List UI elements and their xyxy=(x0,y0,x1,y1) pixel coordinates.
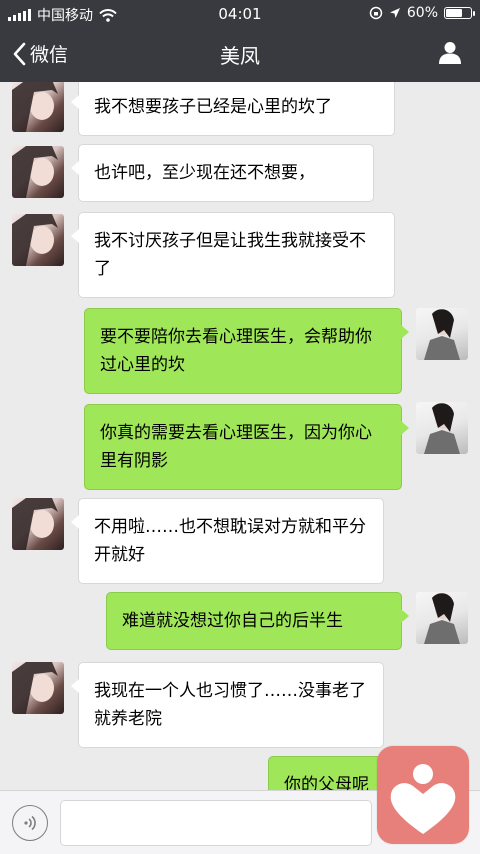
message-bubble-received[interactable]: 我不讨厌孩子但是让我生我就接受不了 xyxy=(71,212,395,298)
message-text: 要不要陪你去看心理医生，会帮助你过心里的坎 xyxy=(100,327,372,375)
user-avatar[interactable] xyxy=(416,592,468,644)
message-input[interactable] xyxy=(60,800,372,846)
location-icon xyxy=(389,8,400,18)
message-bubble-sent[interactable]: 要不要陪你去看心理医生，会帮助你过心里的坎 xyxy=(84,308,409,394)
battery-icon xyxy=(444,7,475,19)
message-bubble-received[interactable]: 也许吧，至少现在还不想要， xyxy=(71,144,374,202)
person-icon xyxy=(439,42,461,64)
profile-button[interactable] xyxy=(438,40,462,68)
rotation-lock-icon xyxy=(369,6,383,20)
message-text: 我不想要孩子已经是心里的坎了 xyxy=(94,97,332,117)
message-bubble-sent[interactable]: 你真的需要去看心理医生，因为你心里有阴影 xyxy=(84,404,409,490)
heart-button[interactable] xyxy=(377,746,469,844)
chat-area[interactable]: 我不想要孩子已经是心里的坎了 也许吧，至少现在还不想要， 我不讨厌孩子但是让我生… xyxy=(0,82,480,790)
contact-avatar[interactable] xyxy=(12,662,64,714)
message-text: 你真的需要去看心理医生，因为你心里有阴影 xyxy=(100,423,372,471)
message-bubble-received[interactable]: 我不想要孩子已经是心里的坎了 xyxy=(71,82,395,136)
message-bubble-received[interactable]: 我现在一个人也习惯了……没事老了就养老院 xyxy=(71,662,384,748)
user-avatar[interactable] xyxy=(416,308,468,360)
contact-avatar[interactable] xyxy=(12,146,64,198)
voice-button[interactable] xyxy=(12,805,48,841)
message-text: 不用啦……也不想耽误对方就和平分开就好 xyxy=(94,517,366,565)
chat-title: 美凤 xyxy=(220,44,260,68)
contact-avatar[interactable] xyxy=(12,214,64,266)
voice-icon xyxy=(24,815,36,831)
user-avatar[interactable] xyxy=(416,402,468,454)
message-text: 也许吧，至少现在还不想要， xyxy=(94,163,315,183)
top-bar: 中国移动 04:01 60% 微信 美凤 xyxy=(0,0,480,82)
nav-bar: 微信 美凤 xyxy=(0,28,480,82)
contact-avatar[interactable] xyxy=(12,498,64,550)
heart-icon xyxy=(390,764,456,834)
contact-avatar[interactable] xyxy=(12,82,64,132)
message-text: 我现在一个人也习惯了……没事老了就养老院 xyxy=(94,681,366,729)
status-bar: 中国移动 04:01 60% xyxy=(0,0,480,28)
message-bubble-sent[interactable]: 难道就没想过你自己的后半生 xyxy=(106,592,409,650)
message-bubble-received[interactable]: 不用啦……也不想耽误对方就和平分开就好 xyxy=(71,498,384,584)
battery-percent: 60% xyxy=(406,5,438,21)
status-right: 60% xyxy=(369,5,475,21)
message-text: 我不讨厌孩子但是让我生我就接受不了 xyxy=(94,231,366,279)
message-text: 你的父母呢 xyxy=(284,775,369,790)
message-text: 难道就没想过你自己的后半生 xyxy=(122,611,343,631)
